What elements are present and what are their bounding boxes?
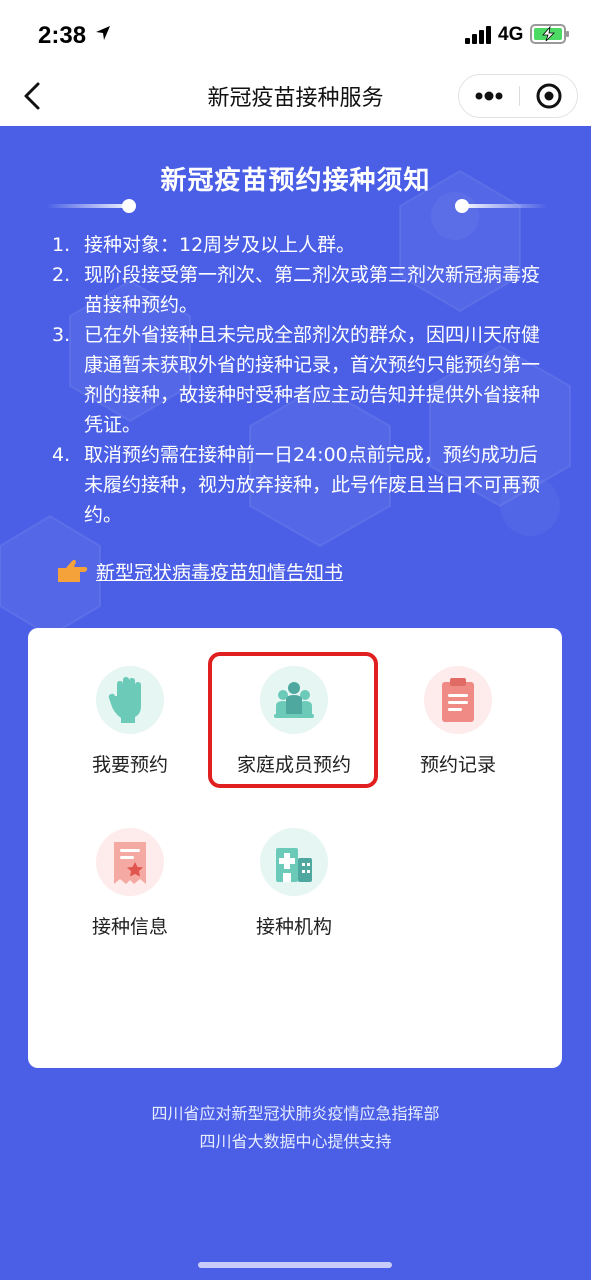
clipboard-icon [442,678,474,722]
consent-form-link[interactable]: 新型冠状病毒疫苗知情告知书 [96,558,343,585]
more-options-icon[interactable] [459,75,519,117]
service-label: 接种机构 [255,916,332,938]
main-content: 新冠疫苗预约接种须知 1. 接种对象：12周岁及以上人群。 2. 现阶段接受第一… [0,126,591,1280]
notice-number: 2. [52,264,71,286]
notice-item: 4. 取消预约需在接种前一日24:00点前完成，预约成功后未履约接种，视为放弃接… [52,440,542,530]
footer: 四川省应对新型冠状肺炎疫情应急指挥部 四川省大数据中心提供支持 [0,1100,591,1156]
location-arrow-icon [96,26,110,40]
home-indicator[interactable] [198,1262,392,1268]
battery-charging-icon [530,24,569,44]
pointing-hand-icon [58,559,88,582]
footer-line: 四川省应对新型冠状肺炎疫情应急指挥部 [151,1104,440,1123]
close-miniapp-icon[interactable] [520,75,578,117]
notice-number: 4. [52,444,71,466]
consent-row: 新型冠状病毒疫苗知情告知书 [56,556,456,590]
tile-icon-bg [424,666,492,734]
notice-item: 2. 现阶段接受第一剂次、第二剂次或第三剂次新冠病毒疫苗接种预约。 [52,260,542,320]
notice-text: 取消预约需在接种前一日24:00点前完成，预约成功后未履约接种，视为放弃接种，此… [84,444,541,526]
tile-icon-bg [260,666,328,734]
network-type: 4G [498,24,524,45]
service-label: 我要预约 [91,754,168,776]
decorative-line [463,204,547,208]
service-label: 接种信息 [91,916,168,938]
notice-number: 3. [52,324,71,346]
cellular-signal-icon [465,26,491,44]
status-bar: 2:38 4G [0,0,591,68]
notice-text: 接种对象：12周岁及以上人群。 [84,234,356,256]
notice-item: 3. 已在外省接种且未完成全部剂次的群众，因四川天府健康通暂未获取外省的接种记录… [52,320,542,440]
service-family-booking[interactable]: 家庭成员预约 [229,666,359,796]
family-icon [274,682,314,718]
service-my-booking[interactable]: 我要预约 [65,666,195,796]
tile-icon-bg [96,828,164,896]
notice-header: 新冠疫苗预约接种须知 [0,156,591,213]
service-card: 我要预约 家庭成员预约 预约记录 接种信息 接种机构 [28,628,562,1068]
service-label: 家庭成员预约 [236,754,351,776]
notice-title: 新冠疫苗预约接种须知 [160,166,431,196]
decorative-line [46,204,132,208]
notice-number: 1. [52,234,71,256]
notice-item: 1. 接种对象：12周岁及以上人群。 [52,230,542,260]
nav-bar: 新冠疫苗接种服务 [0,68,591,126]
notice-text: 已在外省接种且未完成全部剂次的群众，因四川天府健康通暂未获取外省的接种记录，首次… [84,324,541,436]
footer-line: 四川省大数据中心提供支持 [199,1132,392,1151]
status-time: 2:38 [38,22,87,49]
service-label: 预约记录 [419,754,496,776]
hospital-icon [276,848,312,882]
service-vaccination-sites[interactable]: 接种机构 [229,828,359,958]
service-booking-records[interactable]: 预约记录 [393,666,523,796]
tile-icon-bg [96,666,164,734]
notice-list: 1. 接种对象：12周岁及以上人群。 2. 现阶段接受第一剂次、第二剂次或第三剂… [52,230,542,530]
decorative-dot [122,199,136,213]
miniapp-capsule [458,74,578,118]
tile-icon-bg [260,828,328,896]
certificate-icon [114,842,146,884]
hand-icon [108,677,141,723]
notice-text: 现阶段接受第一剂次、第二剂次或第三剂次新冠病毒疫苗接种预约。 [84,264,541,316]
service-vaccination-info[interactable]: 接种信息 [65,828,195,958]
